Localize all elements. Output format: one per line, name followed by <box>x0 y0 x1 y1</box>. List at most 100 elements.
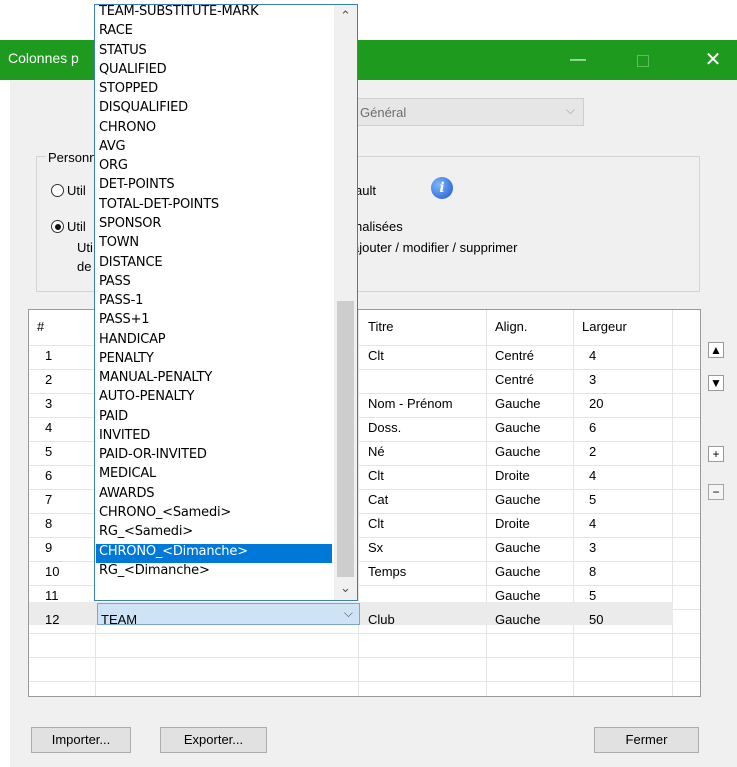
dropdown-option[interactable]: AWARDS <box>99 485 329 503</box>
header-titre[interactable]: Titre <box>368 319 394 334</box>
dropdown-scrollbar[interactable]: ⌃ ⌄ <box>334 5 357 600</box>
row-field[interactable]: TEAM <box>101 612 137 627</box>
dropdown-option[interactable]: ORG <box>99 157 329 175</box>
row-largeur[interactable]: 3 <box>589 372 596 387</box>
row-largeur[interactable]: 4 <box>589 468 596 483</box>
row-align[interactable]: Gauche <box>495 540 541 555</box>
header-align[interactable]: Align. <box>495 319 528 334</box>
dropdown-option[interactable]: DISQUALIFIED <box>99 99 329 117</box>
row-num: 10 <box>45 564 60 579</box>
row-largeur[interactable]: 2 <box>589 444 596 459</box>
row-titre[interactable]: Né <box>368 444 385 459</box>
row-titre[interactable]: Doss. <box>368 420 401 435</box>
radio-custom-label: Util <box>67 219 86 234</box>
import-button[interactable]: Importer... <box>31 727 131 753</box>
dropdown-option[interactable]: DET-POINTS <box>99 176 329 194</box>
dropdown-option[interactable]: AVG <box>99 138 329 156</box>
dropdown-option[interactable]: RACE <box>99 22 329 40</box>
row-titre[interactable]: Clt <box>368 516 384 531</box>
row-align[interactable]: Centré <box>495 372 534 387</box>
dropdown-option[interactable]: STATUS <box>99 42 329 60</box>
row-align[interactable]: Droite <box>495 468 530 483</box>
remove-row-button[interactable]: − <box>708 484 724 500</box>
radio-default-label-right: ault <box>355 183 376 198</box>
row-align[interactable]: Gauche <box>495 588 541 603</box>
scroll-thumb[interactable] <box>337 301 354 577</box>
header-num[interactable]: # <box>37 319 44 334</box>
row-titre[interactable]: Clt <box>368 348 384 363</box>
window-title: Colonnes p <box>8 50 79 66</box>
dropdown-option[interactable]: PAID <box>99 408 329 426</box>
close-button[interactable]: ✕ <box>698 46 728 74</box>
row-titre[interactable]: Club <box>368 612 395 627</box>
radio-custom[interactable] <box>51 220 64 233</box>
dropdown-option[interactable]: HANDICAP <box>99 331 329 349</box>
dropdown-option[interactable]: TOWN <box>99 234 329 252</box>
dropdown-option[interactable]: PASS+1 <box>99 311 329 329</box>
dropdown-option[interactable]: CHRONO <box>99 119 329 137</box>
row-num: 9 <box>45 540 53 555</box>
row-largeur[interactable]: 3 <box>589 540 596 555</box>
move-up-button[interactable]: ▲ <box>708 342 724 358</box>
row-largeur[interactable]: 5 <box>589 588 596 603</box>
row-largeur[interactable]: 8 <box>589 564 596 579</box>
dropdown-option[interactable]: RG_<Samedi> <box>99 523 329 541</box>
dropdown-option[interactable]: CHRONO_<Dimanche> <box>99 543 329 561</box>
row-titre[interactable]: Nom - Prénom <box>368 396 453 411</box>
dropdown-option[interactable]: STOPPED <box>99 80 329 98</box>
dropdown-option[interactable]: TEAM-SUBSTITUTE-MARK <box>99 5 329 21</box>
dropdown-option[interactable]: QUALIFIED <box>99 61 329 79</box>
row-largeur[interactable]: 20 <box>589 396 603 411</box>
row-titre[interactable]: Cat <box>368 492 388 507</box>
dropdown-option[interactable]: CHRONO_<Samedi> <box>99 504 329 522</box>
dropdown-option[interactable]: SPONSOR <box>99 215 329 233</box>
row-largeur[interactable]: 6 <box>589 420 596 435</box>
row-align[interactable]: Centré <box>495 348 534 363</box>
dropdown-option[interactable]: PENALTY <box>99 350 329 368</box>
row-titre[interactable]: Sx <box>368 540 383 555</box>
maximize-icon <box>637 55 649 67</box>
move-down-button[interactable]: ▼ <box>708 375 724 391</box>
dropdown-option[interactable]: AUTO-PENALTY <box>99 388 329 406</box>
row-num: 4 <box>45 420 53 435</box>
row-titre[interactable]: Clt <box>368 468 384 483</box>
dropdown-option[interactable]: PASS <box>99 273 329 291</box>
row-titre[interactable]: Temps <box>368 564 406 579</box>
row-num: 3 <box>45 396 53 411</box>
row-align[interactable]: Gauche <box>495 612 541 627</box>
row-num: 8 <box>45 516 53 531</box>
scroll-up-icon[interactable]: ⌃ <box>334 5 357 25</box>
view-select[interactable]: Général ⌵ <box>352 98 584 126</box>
row-align[interactable]: Gauche <box>495 396 541 411</box>
dropdown-option[interactable]: TOTAL-DET-POINTS <box>99 196 329 214</box>
export-button[interactable]: Exporter... <box>160 727 267 753</box>
row-largeur[interactable]: 5 <box>589 492 596 507</box>
row-largeur[interactable]: 4 <box>589 348 596 363</box>
dropdown-option[interactable]: PAID-OR-INVITED <box>99 446 329 464</box>
row-align[interactable]: Gauche <box>495 564 541 579</box>
add-row-button[interactable]: + <box>708 446 724 462</box>
row-align[interactable]: Gauche <box>495 444 541 459</box>
row-largeur[interactable]: 50 <box>589 612 603 627</box>
radio-default[interactable] <box>51 184 64 197</box>
row-align[interactable]: Gauche <box>495 492 541 507</box>
info-icon[interactable]: i <box>431 177 453 199</box>
view-select-value: Général <box>360 105 407 120</box>
dropdown-option[interactable]: INVITED <box>99 427 329 445</box>
dropdown-option[interactable]: MEDICAL <box>99 465 329 483</box>
scroll-down-icon[interactable]: ⌄ <box>334 579 357 599</box>
dropdown-option[interactable]: RG_<Dimanche> <box>99 562 329 580</box>
dropdown-option[interactable]: DISTANCE <box>99 254 329 272</box>
field-dropdown-list[interactable]: TEAM-SUBSTITUTE-MARK RACE STATUS QUALIFIED S… <box>94 4 358 601</box>
row-num: 7 <box>45 492 53 507</box>
minimize-button[interactable]: — <box>563 46 593 74</box>
close-dialog-button[interactable]: Fermer <box>594 727 699 753</box>
chevron-down-icon: ⌵ <box>565 103 575 117</box>
header-largeur[interactable]: Largeur <box>582 319 627 334</box>
dropdown-option[interactable]: MANUAL-PENALTY <box>99 369 329 387</box>
row-align[interactable]: Gauche <box>495 420 541 435</box>
dropdown-option[interactable]: PASS-1 <box>99 292 329 310</box>
row-largeur[interactable]: 4 <box>589 516 596 531</box>
maximize-button[interactable] <box>627 46 657 74</box>
row-align[interactable]: Droite <box>495 516 530 531</box>
